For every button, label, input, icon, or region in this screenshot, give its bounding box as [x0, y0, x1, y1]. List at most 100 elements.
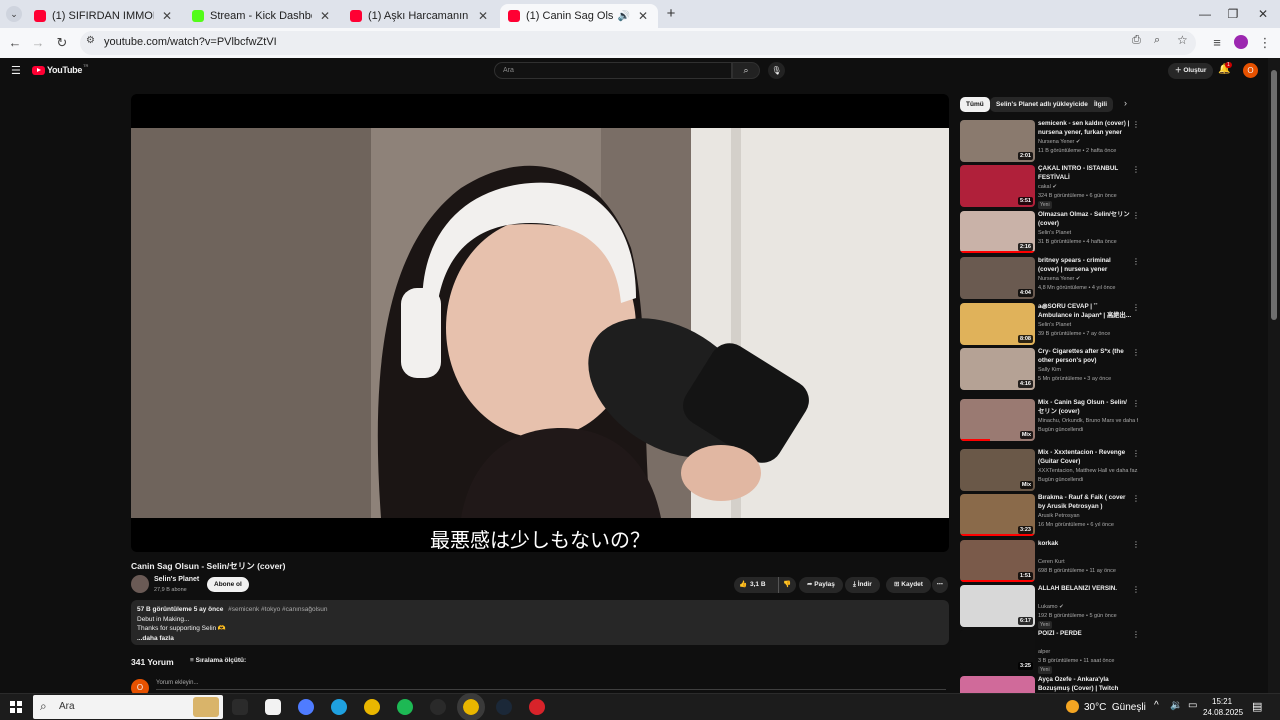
tray-chevron-icon[interactable]: ^	[1154, 700, 1159, 711]
video-thumbnail[interactable]: 8:08	[960, 303, 1035, 345]
chip-related[interactable]: İlgili	[1088, 97, 1113, 112]
clock-time[interactable]: 15:21	[1212, 697, 1232, 706]
rec-title[interactable]: ÇAKAL INTRO - İSTANBUL FESTİVALİ	[1038, 165, 1132, 182]
forward-icon[interactable]: →	[29, 34, 47, 52]
close-window-button[interactable]: ✕	[1252, 5, 1274, 23]
rec-title[interactable]: ALLAH BELANIZI VERSIN.	[1038, 585, 1132, 594]
recommendation-item[interactable]: Mix Mix - Xxxtentacion - Revenge (Guitar …	[960, 449, 1145, 493]
video-thumbnail[interactable]: 2:01	[960, 120, 1035, 162]
chip-from-uploader[interactable]: Selin's Planet adlı yükleyiciden	[990, 97, 1098, 112]
video-thumbnail[interactable]: 4:04	[960, 257, 1035, 299]
bookmark-star-icon[interactable]: ☆	[1177, 33, 1188, 47]
search-input[interactable]: Ara	[494, 62, 732, 79]
thumbs-down-icon[interactable]: 👎	[778, 577, 791, 593]
hashtags[interactable]: #semicenk #tokyo #canınsağolsun	[228, 606, 327, 613]
recommendation-item[interactable]: 6:17 ALLAH BELANIZI VERSIN. Lukamo ✔ 192 B …	[960, 585, 1145, 629]
clock-date[interactable]: 24.08.2025	[1203, 708, 1243, 717]
hamburger-menu-icon[interactable]: ☰	[11, 64, 21, 77]
video-thumbnail[interactable]: 3:23	[960, 494, 1035, 536]
video-thumbnail[interactable]: 5:51	[960, 165, 1035, 207]
recommendation-item[interactable]: 5:51 ÇAKAL INTRO - İSTANBUL FESTİVALİ caka…	[960, 165, 1145, 209]
more-options-icon[interactable]: ⋮	[1132, 494, 1140, 503]
video-thumbnail[interactable]: 2:16	[960, 211, 1035, 253]
recommendation-item[interactable]: 2:01 semicenk - sen kaldın (cover) | nurs…	[960, 120, 1145, 164]
chip-next-arrow-icon[interactable]: ›	[1124, 98, 1127, 108]
more-options-icon[interactable]: ⋮	[1132, 348, 1140, 357]
taskbar-search-box[interactable]: ⌕ Ara	[33, 695, 223, 719]
download-button[interactable]: ⤓ İndir	[845, 577, 880, 593]
rec-channel[interactable]: Nursena Yener ✔	[1038, 276, 1138, 282]
rec-title[interactable]: Mix - Canin Sag Olsun - Selin/セリン (cover…	[1038, 399, 1132, 416]
rec-title[interactable]: Ayça Özefe - Ankara'yla Bozuşmuş (Cover)…	[1038, 676, 1132, 693]
store-icon[interactable]	[265, 699, 281, 715]
obs-icon[interactable]	[430, 699, 446, 715]
close-icon[interactable]: ✕	[636, 9, 650, 23]
more-options-icon[interactable]: ⋮	[1132, 303, 1140, 312]
close-icon[interactable]: ✕	[476, 9, 490, 23]
comment-input[interactable]: Yorum ekleyin...	[156, 680, 946, 690]
rec-title[interactable]: Olmazsan Olmaz - Selin/セリン (cover)	[1038, 211, 1132, 228]
video-thumbnail[interactable]: 6:17	[960, 585, 1035, 627]
show-more-link[interactable]: ...daha fazla	[137, 634, 943, 644]
rec-title[interactable]: Mix - Xxxtentacion - Revenge (Guitar Cov…	[1038, 449, 1132, 466]
reload-icon[interactable]: ↻	[53, 34, 71, 52]
browser-tab-1[interactable]: (1) SIFIRDAN IMMORTALA KAS ✕	[26, 4, 182, 28]
back-icon[interactable]: ←	[6, 34, 24, 52]
rec-title[interactable]: Cry- Cigarettes after S*x (the other per…	[1038, 348, 1132, 365]
steam-icon[interactable]	[496, 699, 512, 715]
speaker-icon[interactable]: 🔉	[1170, 700, 1182, 711]
more-options-icon[interactable]: ⋮	[1132, 165, 1140, 174]
rec-channel[interactable]: XXXTentacion, Matthew Hall ve daha faz..…	[1038, 468, 1138, 474]
youtube-logo[interactable]: YouTube TR	[32, 63, 88, 75]
channel-avatar[interactable]	[131, 575, 149, 593]
edge-icon[interactable]	[331, 699, 347, 715]
weather-text[interactable]: 30°C Güneşli	[1084, 702, 1146, 713]
more-options-icon[interactable]: ⋮	[1132, 399, 1140, 408]
recommendation-item[interactable]: 3:23 Bırakma - Rauf & Faik ( cover by Aru…	[960, 494, 1145, 538]
tab-search-button[interactable]: ⌄	[6, 6, 22, 22]
address-bar[interactable]: ⚙ youtube.com/watch?v=PVlbcfwZtVI ⎙ ⌕ ☆	[80, 31, 1196, 55]
install-app-icon[interactable]: ⎙	[1132, 34, 1141, 47]
save-button[interactable]: ⊞ Kaydet	[886, 577, 931, 593]
recommendation-item[interactable]: 2:16 Olmazsan Olmaz - Selin/セリン (cover) Se…	[960, 211, 1145, 255]
rec-title[interactable]: britney spears - criminal (cover) | nurs…	[1038, 257, 1132, 274]
recommendation-item[interactable]: Mix Mix - Canin Sag Olsun - Selin/セリン (co…	[960, 399, 1145, 443]
more-options-icon[interactable]: ⋮	[1132, 630, 1140, 639]
windows-start-icon[interactable]	[10, 701, 22, 713]
restore-button[interactable]: ❐	[1222, 5, 1244, 23]
chrome-active-icon[interactable]	[457, 693, 485, 720]
recommendation-item[interactable]: 4:16 Cry- Cigarettes after S*x (the other…	[960, 348, 1145, 392]
app-red-icon[interactable]	[529, 699, 545, 715]
browser-tab-3[interactable]: (1) Aşkı Harcamanın 80 Yolu (Je ✕	[342, 4, 498, 28]
rec-channel[interactable]: Sally Kim	[1038, 367, 1138, 373]
video-player[interactable]: 最悪感は少しもないの？	[131, 94, 949, 552]
video-thumbnail[interactable]: 1:51	[960, 540, 1035, 582]
rec-channel[interactable]: cakal ✔	[1038, 184, 1138, 190]
media-controls-icon[interactable]: ≡	[1208, 34, 1226, 52]
more-options-icon[interactable]: ⋮	[1132, 540, 1140, 549]
share-button[interactable]: ➦ Paylaş	[799, 577, 843, 593]
more-options-icon[interactable]: ⋮	[1132, 585, 1140, 594]
rec-title[interactable]: a꩜SORU CEVAP | ˚ᱸ Ambulance in Japan* | …	[1038, 303, 1132, 320]
subscribe-button[interactable]: Abone ol	[207, 577, 249, 592]
more-options-icon[interactable]: ⋮	[1132, 257, 1140, 266]
sort-comments-button[interactable]: ≡ Sıralama ölçütü:	[190, 657, 246, 664]
spotify-icon[interactable]	[397, 699, 413, 715]
recommendation-item[interactable]: 1:51 korkak Ceren Kurt 698 B görüntüleme • …	[960, 540, 1145, 584]
video-thumbnail[interactable]: Mix	[960, 399, 1035, 441]
browser-tab-4-active[interactable]: (1) Canin Sag Olsun - Selin/ 🔊 ✕	[500, 4, 658, 28]
recommendation-item[interactable]: 4:04 britney spears - criminal (cover) | …	[960, 257, 1145, 301]
copilot-icon[interactable]	[298, 699, 314, 715]
taskview-icon[interactable]	[232, 699, 248, 715]
video-thumbnail[interactable]: 4:16	[960, 348, 1035, 390]
rec-channel[interactable]: Selin's Planet	[1038, 230, 1138, 236]
rec-channel[interactable]: Selin's Planet	[1038, 322, 1138, 328]
video-description[interactable]: 57 B görüntüleme 5 ay önce #semicenk #to…	[131, 600, 949, 645]
rec-title[interactable]: POİZİ - PERDE	[1038, 630, 1132, 639]
rec-channel[interactable]: Ceren Kurt	[1038, 559, 1138, 565]
speaker-icon[interactable]: 🔊	[618, 11, 630, 22]
chrome-icon[interactable]	[364, 699, 380, 715]
rec-channel[interactable]: Nursena Yener ✔	[1038, 139, 1138, 145]
rec-channel[interactable]: alper	[1038, 649, 1138, 655]
new-tab-button[interactable]: +	[662, 5, 680, 23]
